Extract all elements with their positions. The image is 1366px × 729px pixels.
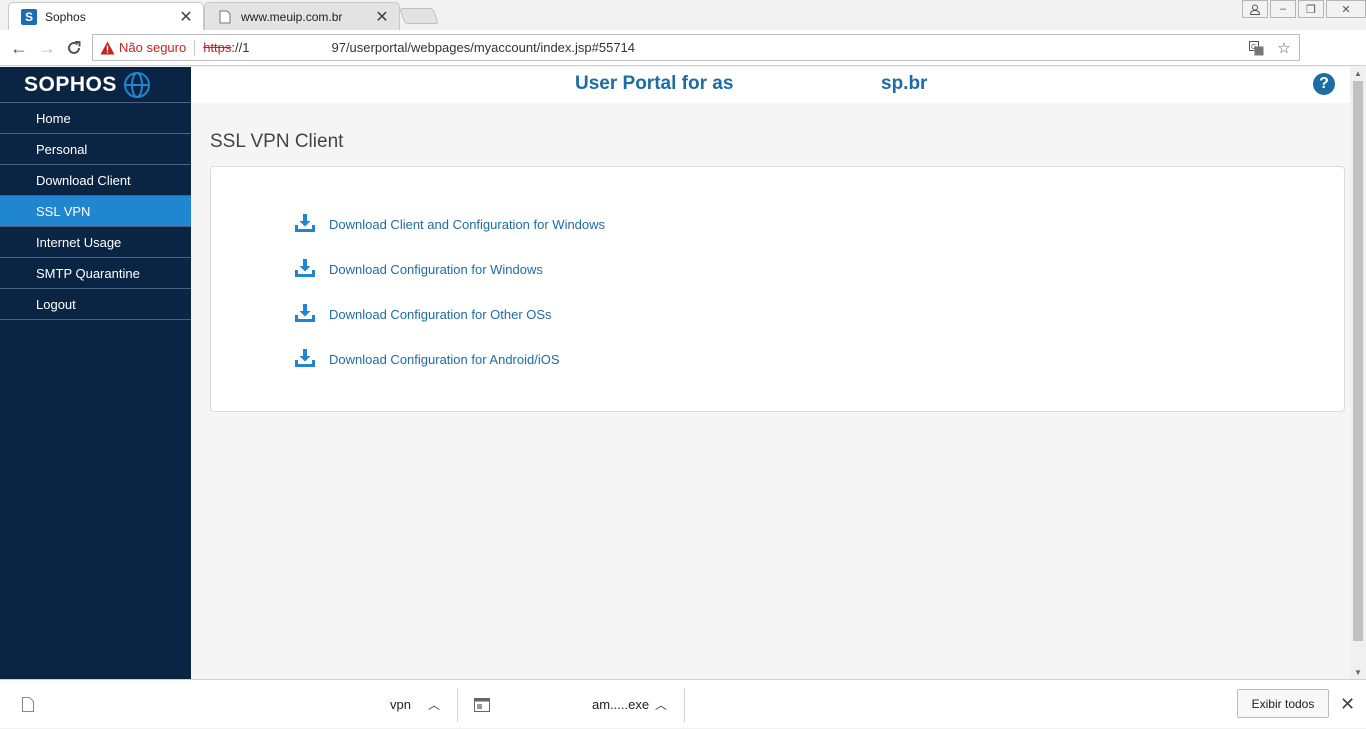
star-icon[interactable]: ☆ — [1275, 39, 1293, 57]
file-icon — [20, 696, 36, 714]
window-controls: – ❐ ✕ — [1240, 0, 1366, 20]
show-all-downloads-button[interactable]: Exibir todos — [1237, 689, 1329, 718]
download-link-config-android-ios[interactable]: Download Configuration for Android/iOS — [295, 349, 560, 370]
scroll-thumb[interactable] — [1353, 81, 1363, 641]
tab-title: www.meuip.com.br — [241, 9, 343, 24]
sidebar-item-label: Personal — [36, 141, 88, 157]
tab-title: Sophos — [45, 9, 86, 24]
address-bar[interactable]: Não seguro https ://1 97/userportal/webp… — [92, 34, 1300, 61]
sidebar-item-label: SMTP Quarantine — [36, 265, 140, 281]
download-item[interactable]: am.....exe — [474, 680, 649, 729]
sidebar-item-label: Home — [36, 110, 71, 126]
logo-text: SOPHOS — [24, 72, 117, 96]
url-path: 97/userportal/webpages/myaccount/index.j… — [331, 40, 636, 55]
tab-meuip[interactable]: www.meuip.com.br ✕ — [204, 2, 400, 30]
tab-strip: S Sophos ✕ www.meuip.com.br ✕ – ❐ ✕ — [0, 0, 1366, 30]
download-icon — [295, 259, 315, 280]
user-profile-icon[interactable] — [1242, 0, 1268, 18]
sidebar-item-label: SSL VPN — [36, 203, 91, 219]
restore-button[interactable]: ❐ — [1298, 0, 1324, 18]
close-icon[interactable]: ✕ — [375, 7, 389, 27]
sidebar-item-logout[interactable]: Logout — [0, 289, 191, 320]
page-icon — [217, 9, 233, 25]
sidebar-item-label: Logout — [36, 296, 76, 312]
download-link-label: Download Client and Configuration for Wi… — [329, 217, 606, 232]
sophos-logo: SOPHOS — [0, 67, 191, 103]
download-link-client-windows[interactable]: Download Client and Configuration for Wi… — [295, 214, 605, 235]
svg-text:G: G — [1251, 44, 1256, 51]
back-arrow-icon[interactable]: ← — [8, 37, 30, 59]
page-scrollbar[interactable]: ▲ ▼ — [1350, 67, 1366, 679]
portal-title-domain: sp.br — [881, 73, 928, 94]
download-file-name: am.....exe — [592, 697, 650, 712]
sidebar-item-download-client[interactable]: Download Client — [0, 165, 191, 196]
download-link-config-other-os[interactable]: Download Configuration for Other OSs — [295, 304, 552, 325]
close-icon[interactable]: ✕ — [1340, 694, 1355, 715]
chevron-up-icon[interactable]: ︿ — [655, 696, 667, 713]
url-host: ://1 — [231, 40, 250, 55]
download-link-label: Download Configuration for Android/iOS — [329, 352, 560, 367]
main-content: User Portal for as sp.br ? SSL VPN Clien… — [191, 67, 1350, 679]
forward-arrow-icon[interactable]: → — [36, 37, 58, 59]
warning-icon — [99, 40, 115, 56]
sidebar: SOPHOS Home Personal Download Client SSL… — [0, 67, 191, 679]
page-title: SSL VPN Client — [210, 131, 344, 152]
download-icon — [295, 214, 315, 235]
sidebar-item-label: Download Client — [36, 172, 131, 188]
sidebar-item-internet-usage[interactable]: Internet Usage — [0, 227, 191, 258]
minimize-button[interactable]: – — [1270, 0, 1296, 18]
browser-toolbar: ← → Não seguro https ://1 97/userportal/… — [0, 30, 1366, 86]
new-tab-button[interactable] — [399, 8, 439, 24]
download-icon — [295, 304, 315, 325]
close-icon[interactable]: ✕ — [179, 7, 193, 27]
globe-icon — [123, 71, 151, 99]
url-divider — [194, 39, 196, 56]
sophos-s-icon: S — [21, 8, 37, 25]
download-link-label: Download Configuration for Windows — [329, 262, 543, 277]
portal-header: User Portal for as sp.br ? — [191, 67, 1350, 103]
reload-icon[interactable] — [63, 37, 85, 59]
sidebar-item-personal[interactable]: Personal — [0, 134, 191, 165]
download-shelf: vpn ︿ am.....exe ︿ Exibir todos ✕ — [0, 679, 1366, 728]
scroll-up-icon[interactable]: ▲ — [1354, 69, 1362, 78]
scroll-down-icon[interactable]: ▼ — [1354, 668, 1362, 677]
url-scheme: https — [203, 40, 232, 55]
sidebar-item-ssl-vpn[interactable]: SSL VPN — [0, 196, 191, 227]
download-item[interactable]: vpn — [20, 680, 420, 729]
tab-sophos[interactable]: S Sophos ✕ — [8, 2, 204, 30]
security-label[interactable]: Não seguro — [119, 40, 186, 55]
chevron-up-icon[interactable]: ︿ — [428, 696, 440, 713]
exe-file-icon — [474, 696, 490, 714]
sidebar-item-smtp-quarantine[interactable]: SMTP Quarantine — [0, 258, 191, 289]
portal-title: User Portal for as — [575, 73, 734, 94]
sidebar-item-home[interactable]: Home — [0, 103, 191, 134]
sidebar-item-label: Internet Usage — [36, 234, 122, 250]
help-icon[interactable]: ? — [1313, 73, 1335, 95]
download-file-name: vpn — [390, 697, 411, 712]
window-close-button[interactable]: ✕ — [1326, 0, 1366, 18]
downloads-panel: Download Client and Configuration for Wi… — [210, 166, 1345, 412]
download-icon — [295, 349, 315, 370]
download-link-config-windows[interactable]: Download Configuration for Windows — [295, 259, 543, 280]
download-link-label: Download Configuration for Other OSs — [329, 307, 552, 322]
translate-icon[interactable]: G — [1247, 39, 1265, 57]
